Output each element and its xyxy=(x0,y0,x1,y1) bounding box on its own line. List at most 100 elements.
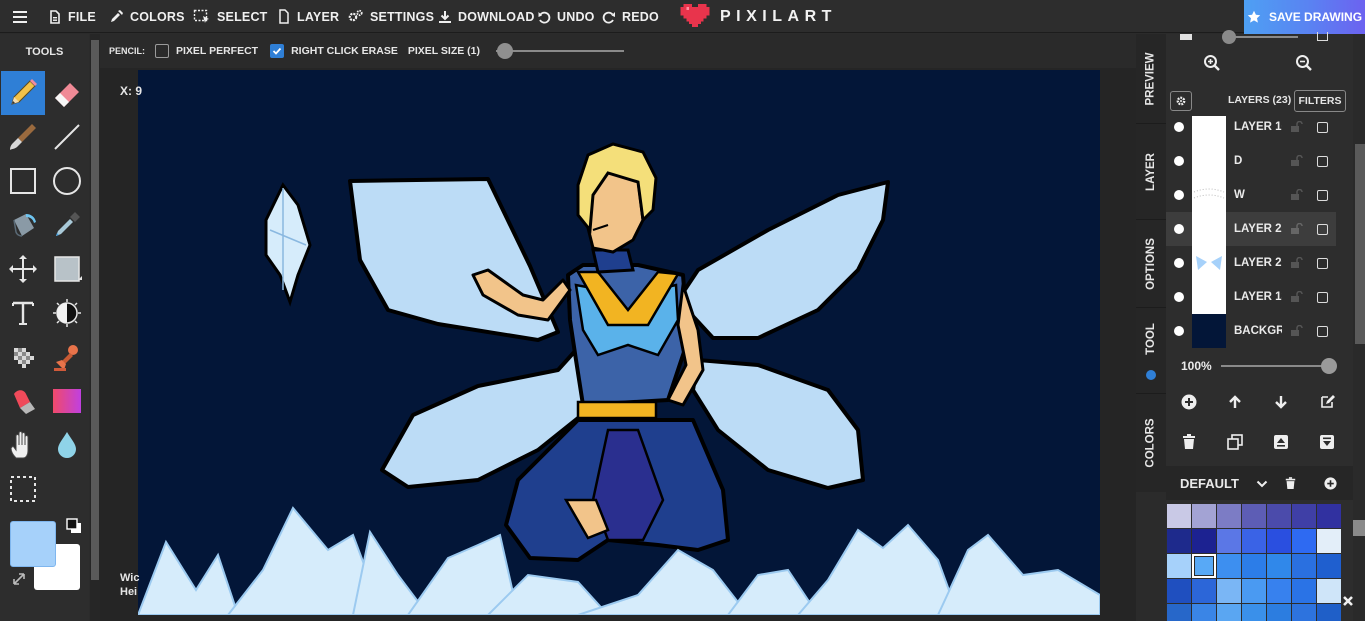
palette-name[interactable]: DEFAULT xyxy=(1180,476,1239,491)
ellipse-tool[interactable] xyxy=(45,159,89,203)
select-menu-button[interactable]: SELECT xyxy=(193,0,268,33)
move-layer-up-button[interactable] xyxy=(1223,390,1247,414)
palette-swatch[interactable] xyxy=(1192,604,1216,621)
color-replace-tool[interactable] xyxy=(1,379,45,423)
palette-swatch[interactable] xyxy=(1217,504,1241,528)
rectangle-tool[interactable] xyxy=(1,159,45,203)
unlock-icon[interactable] xyxy=(1290,257,1304,269)
layer-item[interactable]: D xyxy=(1166,144,1336,178)
shape-tool[interactable] xyxy=(45,247,89,291)
palette-swatch[interactable] xyxy=(1292,604,1316,621)
layer-select-checkbox[interactable] xyxy=(1317,257,1328,269)
unlock-icon[interactable] xyxy=(1290,189,1304,201)
layer-visibility-toggle[interactable] xyxy=(1174,156,1184,166)
delete-layer-button[interactable] xyxy=(1177,430,1201,454)
palette-swatch[interactable] xyxy=(1167,529,1191,553)
palette-swatch[interactable] xyxy=(1167,604,1191,621)
undo-button[interactable]: UNDO xyxy=(537,0,595,33)
close-panel-button[interactable] xyxy=(1336,590,1360,612)
palette-swatch[interactable] xyxy=(1242,554,1266,578)
drawing-canvas[interactable] xyxy=(138,70,1100,615)
layer-select-checkbox[interactable] xyxy=(1317,155,1328,167)
layer-settings-button[interactable] xyxy=(1170,91,1192,111)
unlock-icon[interactable] xyxy=(1290,325,1304,337)
right-click-erase-checkbox[interactable] xyxy=(270,44,285,58)
add-layer-button[interactable] xyxy=(1177,390,1201,414)
tab-options[interactable]: OPTIONS xyxy=(1136,220,1166,308)
preview-zoom-slider-knob[interactable] xyxy=(1222,30,1236,44)
eraser-tool[interactable] xyxy=(45,71,89,115)
unlock-icon[interactable] xyxy=(1290,223,1304,235)
palette-swatch[interactable] xyxy=(1292,579,1316,603)
preview-zoom-slider[interactable] xyxy=(1228,36,1298,38)
palette-swatch[interactable] xyxy=(1292,504,1316,528)
text-tool[interactable] xyxy=(1,291,45,335)
palette-swatch[interactable] xyxy=(1267,504,1291,528)
pixel-perfect-checkbox[interactable] xyxy=(155,44,169,58)
colors-menu-button[interactable]: COLORS xyxy=(109,0,185,33)
palette-swatch[interactable] xyxy=(1217,604,1241,621)
palette-swatch[interactable] xyxy=(1317,504,1341,528)
tools-scrollbar[interactable] xyxy=(90,34,100,621)
fill-bucket-tool[interactable] xyxy=(1,203,45,247)
save-drawing-button[interactable]: SAVE DRAWING xyxy=(1244,0,1365,34)
download-menu-button[interactable]: DOWNLOAD xyxy=(438,0,535,33)
unlock-icon[interactable] xyxy=(1290,291,1304,303)
pixel-size-slider-knob[interactable] xyxy=(497,43,514,59)
palette-swatch[interactable] xyxy=(1267,604,1291,621)
palette-swatch[interactable] xyxy=(1167,504,1191,528)
palette-swatch[interactable] xyxy=(1317,554,1341,578)
layer-select-checkbox[interactable] xyxy=(1317,121,1328,133)
eyedropper-tool[interactable] xyxy=(45,203,89,247)
palette-swatch[interactable] xyxy=(1267,579,1291,603)
layers-scrollbar-thumb[interactable] xyxy=(1355,144,1365,344)
chevron-down-icon[interactable] xyxy=(1256,479,1268,489)
right-panel-scrollbar[interactable] xyxy=(1353,34,1365,621)
layer-select-checkbox[interactable] xyxy=(1317,291,1328,303)
redo-button[interactable]: REDO xyxy=(602,0,659,33)
palette-swatch[interactable] xyxy=(1192,529,1216,553)
blur-tool[interactable] xyxy=(45,423,89,467)
delete-palette-icon[interactable] xyxy=(1285,477,1296,490)
dither-tool[interactable] xyxy=(1,335,45,379)
palette-swatch[interactable] xyxy=(1242,604,1266,621)
palette-swatch[interactable] xyxy=(1192,554,1216,578)
pixel-size-slider[interactable] xyxy=(496,43,625,59)
palette-swatch[interactable] xyxy=(1192,504,1216,528)
add-palette-icon[interactable] xyxy=(1324,477,1337,490)
merge-layer-down-button[interactable] xyxy=(1315,430,1339,454)
pan-tool[interactable] xyxy=(1,423,45,467)
tab-layer[interactable]: LAYER xyxy=(1136,124,1166,220)
gradient-tool[interactable] xyxy=(45,379,89,423)
palette-swatch[interactable] xyxy=(1217,554,1241,578)
tools-scrollbar-thumb[interactable] xyxy=(91,40,99,580)
layer-item-selected[interactable]: LAYER 22 xyxy=(1166,212,1336,246)
layer-menu-button[interactable]: LAYER xyxy=(277,0,339,33)
tab-preview[interactable]: PREVIEW xyxy=(1136,34,1166,124)
layer-select-checkbox[interactable] xyxy=(1317,189,1328,201)
palette-swatch[interactable] xyxy=(1217,579,1241,603)
palette-swatch[interactable] xyxy=(1192,579,1216,603)
layer-item[interactable]: W xyxy=(1166,178,1336,212)
layer-visibility-toggle[interactable] xyxy=(1174,122,1184,132)
reset-colors-icon[interactable] xyxy=(12,572,26,586)
layer-select-checkbox[interactable] xyxy=(1317,325,1328,337)
merge-layer-up-button[interactable] xyxy=(1269,430,1293,454)
preview-checkbox[interactable] xyxy=(1317,32,1328,41)
unlock-icon[interactable] xyxy=(1290,121,1304,133)
pixilart-logo[interactable]: PIXILART xyxy=(680,0,837,33)
primary-color-swatch[interactable] xyxy=(10,521,56,567)
pencil-tool[interactable] xyxy=(1,71,45,115)
palette-swatch[interactable] xyxy=(1242,504,1266,528)
tab-tool[interactable]: TOOL xyxy=(1136,308,1166,394)
layer-item[interactable]: LAYER 20 xyxy=(1166,246,1336,280)
layer-item[interactable]: LAYER 16 xyxy=(1166,116,1336,144)
move-tool[interactable] xyxy=(1,247,45,291)
layer-visibility-toggle[interactable] xyxy=(1174,224,1184,234)
layer-visibility-toggle[interactable] xyxy=(1174,326,1184,336)
file-menu-button[interactable]: FILE xyxy=(48,0,96,33)
edit-layer-button[interactable] xyxy=(1315,390,1339,414)
swap-colors-icon[interactable] xyxy=(66,518,82,534)
layer-item[interactable]: LAYER 13 xyxy=(1166,280,1336,314)
line-tool[interactable] xyxy=(45,115,89,159)
